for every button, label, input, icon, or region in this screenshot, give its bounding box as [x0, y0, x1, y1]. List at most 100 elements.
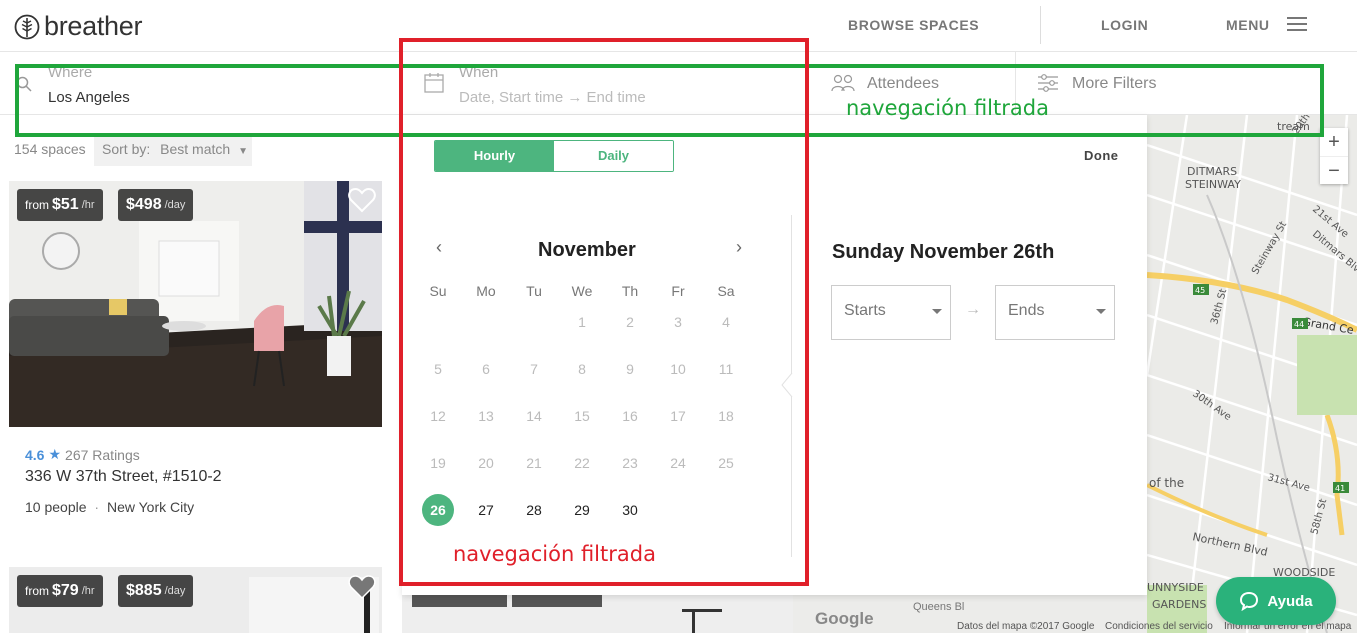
calendar-day: 10 [670, 361, 686, 377]
pointer-notch-icon [781, 373, 793, 397]
map-label: STEINWAY [1185, 178, 1241, 191]
breather-logo[interactable]: breather [14, 11, 142, 42]
green-annotation-label: navegación filtrada [846, 96, 1049, 120]
listing-capacity: 10 people [25, 499, 87, 515]
next-month-icon[interactable]: › [736, 237, 742, 258]
svg-text:tream: tream [1277, 120, 1310, 133]
price-hourly: $79 [52, 582, 79, 599]
chat-bubble-icon [1240, 591, 1259, 611]
tree-logo-icon [14, 14, 40, 39]
heart-favorite-icon[interactable] [348, 187, 376, 213]
weekday-label: Mo [476, 283, 496, 299]
svg-text:GARDENS: GARDENS [1152, 598, 1206, 611]
zoom-in-button[interactable]: + [1320, 128, 1348, 156]
help-chat-button[interactable]: Ayuda [1216, 577, 1336, 625]
calendar-day[interactable]: 28 [518, 494, 550, 526]
zoom-out-button[interactable]: − [1320, 156, 1348, 184]
logo-text: breather [44, 11, 143, 41]
caret-down-icon [932, 309, 942, 314]
calendar-day[interactable]: 29 [566, 494, 598, 526]
map-terms-link[interactable]: Condiciones del servicio [1105, 621, 1213, 632]
calendar-day: 14 [526, 408, 542, 424]
booking-type-toggle: Hourly Daily [434, 140, 674, 172]
calendar-day: 4 [722, 314, 730, 330]
map-data-credit: Datos del mapa ©2017 Google [957, 621, 1095, 632]
rating-score: 4.6 [25, 446, 45, 463]
attendees-filter[interactable]: Attendees [867, 75, 939, 93]
calendar-day-selected[interactable]: 26 [422, 494, 454, 526]
where-input[interactable]: Los Angeles [48, 89, 130, 106]
calendar-day: 20 [478, 455, 494, 471]
weekday-label: We [571, 283, 593, 299]
map-streets: DITMARS STEINWAY 20th Ave Ditmars Blvd 2… [1147, 115, 1357, 633]
calendar-day: 24 [670, 455, 686, 471]
top-header: breather BROWSE SPACES LOGIN MENU [0, 0, 1357, 52]
field-separator [402, 52, 403, 115]
calendar-day: 5 [434, 361, 442, 377]
calendar-icon [424, 73, 444, 93]
hourly-price-badge: from $51 /hr [17, 189, 103, 221]
calendar-day: 13 [478, 408, 494, 424]
svg-text:41: 41 [1335, 484, 1345, 493]
daily-tab[interactable]: Daily [554, 141, 673, 171]
calendar-day[interactable]: 27 [470, 494, 502, 526]
calendar-day: 15 [574, 408, 590, 424]
results-count: 154 spaces [14, 141, 86, 157]
arrow-right-icon: → [965, 301, 981, 318]
end-time-label: Ends [1008, 302, 1045, 319]
end-time-select[interactable]: Ends [995, 285, 1115, 340]
prev-month-icon[interactable]: ‹ [436, 237, 442, 258]
calendar-day: 2 [626, 314, 634, 330]
listing-photo[interactable] [402, 595, 793, 633]
price-from: from [25, 198, 49, 212]
price-unit: /day [164, 199, 186, 211]
listing-address[interactable]: 336 W 37th Street, #1510-2 [25, 468, 222, 486]
svg-text:UNNYSIDE: UNNYSIDE [1147, 581, 1204, 594]
nav-divider [1040, 6, 1041, 44]
start-time-select[interactable]: Starts [831, 285, 951, 340]
browse-spaces-link[interactable]: BROWSE SPACES [848, 17, 979, 33]
google-logo: Google [815, 609, 874, 628]
menu-link[interactable]: MENU [1226, 17, 1270, 33]
weekday-label: Su [429, 283, 447, 299]
dot-separator: · [94, 499, 100, 515]
rating-count: 267 Ratings [65, 446, 140, 463]
where-label: Where [48, 64, 93, 81]
star-icon: ★ [48, 446, 62, 462]
start-time-label: Starts [844, 302, 886, 319]
login-link[interactable]: LOGIN [1101, 17, 1148, 33]
caret-down-icon: ▼ [238, 146, 248, 157]
calendar-day: 25 [718, 455, 734, 471]
listing-city: New York City [106, 499, 195, 515]
caret-down-icon [1096, 309, 1106, 314]
heart-favorite-icon[interactable] [348, 574, 376, 600]
weekday-label: Fr [671, 283, 685, 299]
weekday-label: Th [621, 283, 639, 299]
calendar-day: 17 [670, 408, 686, 424]
sort-dropdown[interactable]: Sort by: Best match ▼ [94, 134, 252, 166]
more-filters-button[interactable]: More Filters [1072, 75, 1156, 93]
calendar-day: 22 [574, 455, 590, 471]
listing-meta: 10 people · New York City [25, 499, 194, 515]
calendar-day: 12 [430, 408, 446, 424]
weekday-label: Sa [717, 283, 735, 299]
price-unit: /day [164, 585, 186, 597]
calendar-day: 3 [674, 314, 682, 330]
search-icon [16, 76, 32, 92]
hamburger-menu-icon[interactable] [1287, 17, 1307, 31]
svg-text:45: 45 [1195, 286, 1205, 295]
map-zoom-controls: + − [1320, 128, 1348, 184]
sort-value: Best match [160, 141, 231, 157]
calendar-month: November [538, 239, 636, 261]
weekday-label: Tu [526, 283, 542, 299]
calendar-day: 11 [718, 361, 734, 377]
done-button[interactable]: Done [1084, 148, 1119, 163]
when-input[interactable]: Date, Start time → End time [459, 89, 646, 106]
sort-label: Sort by: [102, 141, 151, 157]
map-view[interactable]: DITMARS STEINWAY 20th Ave Ditmars Blvd 2… [1147, 115, 1357, 633]
calendar-day[interactable]: 30 [614, 494, 646, 526]
map-label: DITMARS [1187, 165, 1237, 178]
hourly-tab[interactable]: Hourly [435, 141, 554, 171]
red-annotation-label: navegación filtrada [453, 542, 656, 566]
attendees-icon [831, 74, 855, 92]
